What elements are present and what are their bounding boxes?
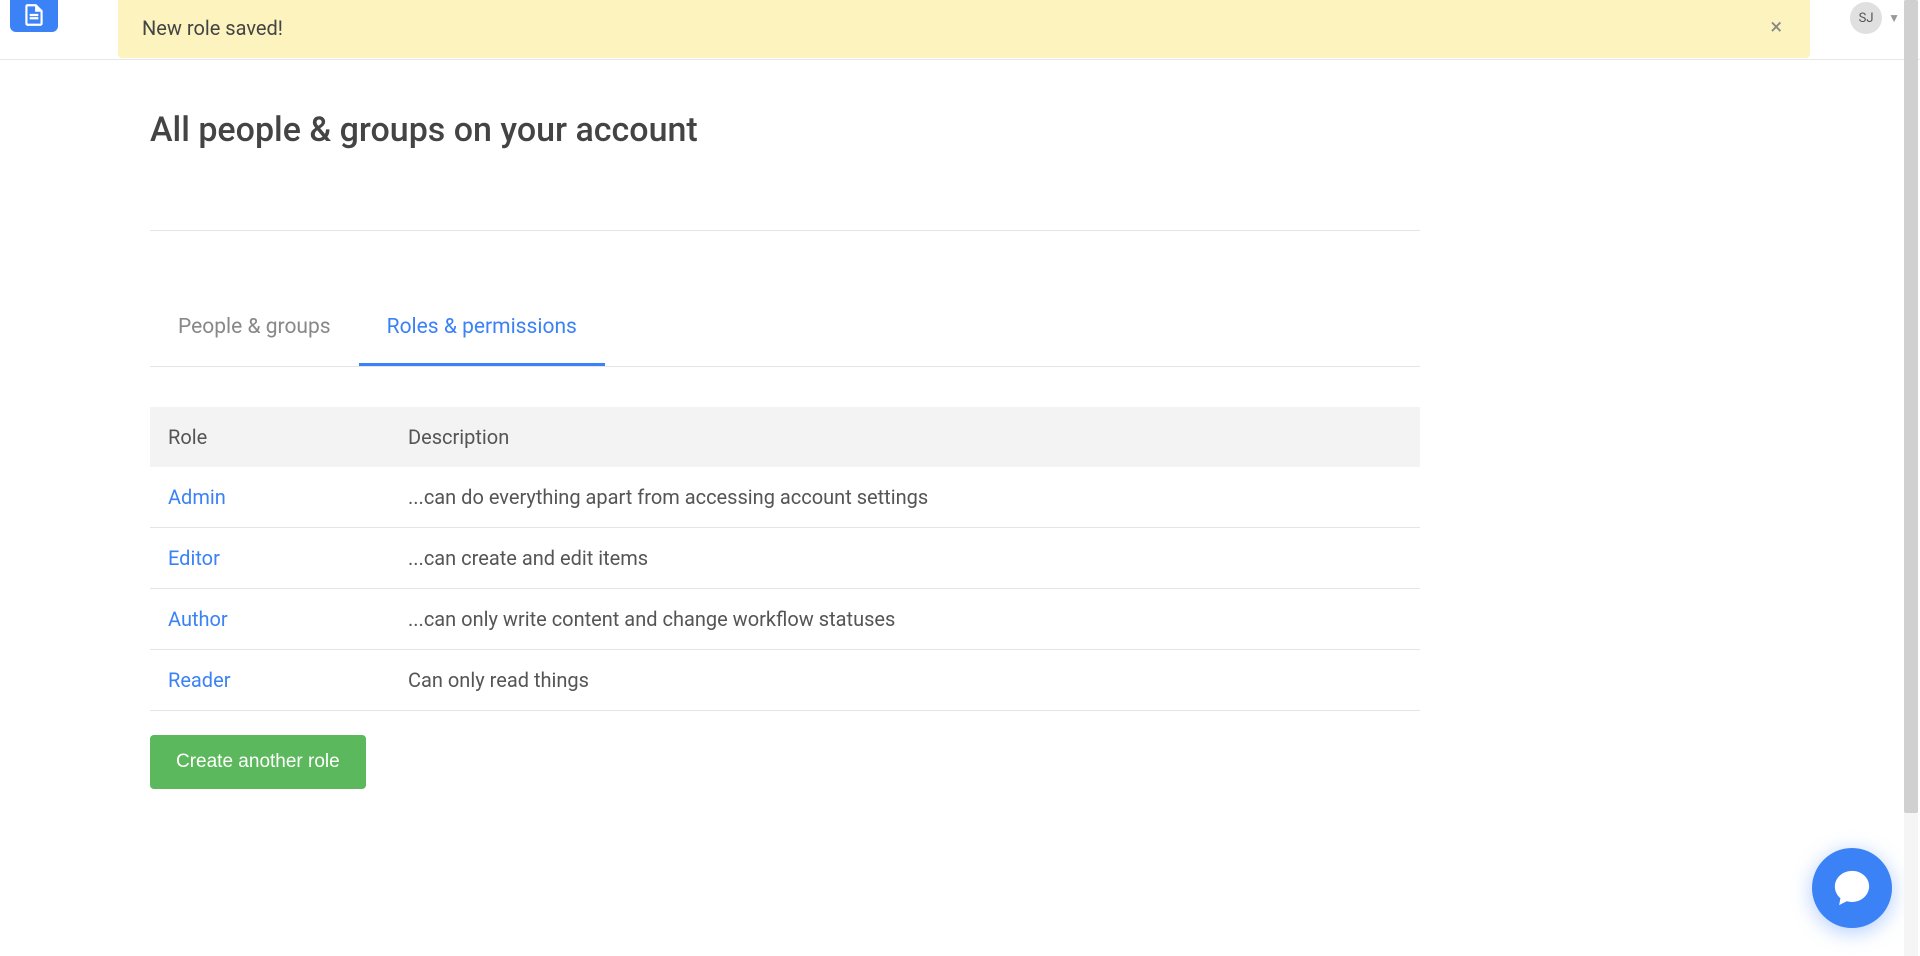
role-description: ...can only write content and change wor… xyxy=(408,607,1402,631)
divider xyxy=(150,230,1420,231)
role-description: ...can create and edit items xyxy=(408,546,1402,570)
table-row: Admin ...can do everything apart from ac… xyxy=(150,467,1420,528)
notification-banner: New role saved! × xyxy=(118,0,1810,58)
table-row: Author ...can only write content and cha… xyxy=(150,589,1420,650)
role-description: Can only read things xyxy=(408,668,1402,692)
notification-message: New role saved! xyxy=(142,16,283,40)
role-link-admin[interactable]: Admin xyxy=(168,485,226,509)
role-link-reader[interactable]: Reader xyxy=(168,668,230,692)
document-icon xyxy=(21,2,47,28)
tab-people-groups[interactable]: People & groups xyxy=(150,291,359,366)
roles-table: Role Description Admin ...can do everyth… xyxy=(150,407,1420,711)
scrollbar-thumb[interactable] xyxy=(1904,0,1918,813)
chat-widget-button[interactable] xyxy=(1812,848,1892,928)
avatar: SJ xyxy=(1850,2,1882,34)
close-icon[interactable]: × xyxy=(1766,17,1786,39)
scrollbar[interactable] xyxy=(1904,0,1918,956)
app-logo[interactable] xyxy=(10,0,58,32)
header-role: Role xyxy=(168,425,408,449)
tab-roles-permissions[interactable]: Roles & permissions xyxy=(359,291,605,366)
role-description: ...can do everything apart from accessin… xyxy=(408,485,1402,509)
role-link-author[interactable]: Author xyxy=(168,607,228,631)
tabs-container: People & groups Roles & permissions xyxy=(150,291,1420,367)
top-bar: New role saved! × SJ ▼ xyxy=(0,0,1920,60)
user-menu[interactable]: SJ ▼ xyxy=(1850,2,1900,34)
chat-icon xyxy=(1832,868,1872,908)
main-content: All people & groups on your account Peop… xyxy=(150,60,1420,789)
create-role-button[interactable]: Create another role xyxy=(150,735,366,789)
page-title: All people & groups on your account xyxy=(150,110,1420,150)
table-row: Reader Can only read things xyxy=(150,650,1420,711)
role-link-editor[interactable]: Editor xyxy=(168,546,220,570)
table-row: Editor ...can create and edit items xyxy=(150,528,1420,589)
header-description: Description xyxy=(408,425,1402,449)
avatar-initials: SJ xyxy=(1859,11,1874,26)
chevron-down-icon: ▼ xyxy=(1888,11,1900,25)
table-header: Role Description xyxy=(150,407,1420,467)
